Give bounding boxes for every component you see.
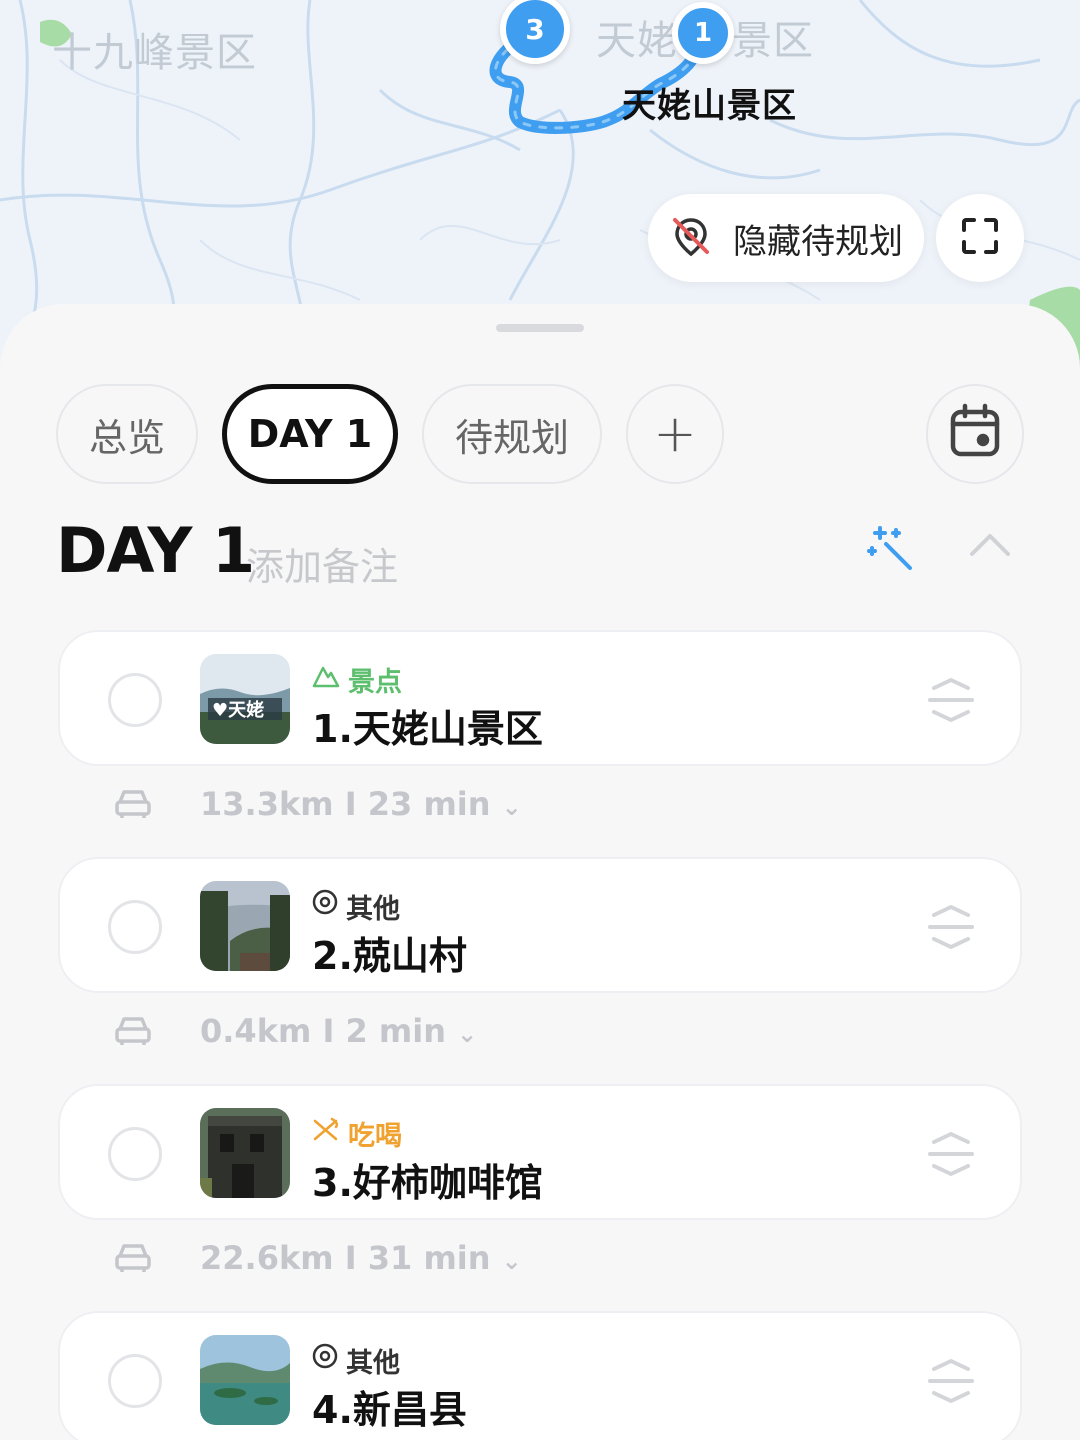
route-segment[interactable]: 0.4km I 2 min ⌄ bbox=[114, 1001, 614, 1061]
place-category-label: 其他 bbox=[346, 1348, 400, 1379]
mountain-icon bbox=[312, 664, 340, 695]
route-info: 0.4km I 2 min ⌄ bbox=[200, 1012, 478, 1050]
drag-handle-icon[interactable] bbox=[926, 1357, 976, 1409]
place-category: 其他 bbox=[312, 1341, 400, 1380]
chevron-down-icon: ⌄ bbox=[501, 1247, 522, 1275]
itinerary-item[interactable]: ♥天姥 景点 1.天姥山景区 bbox=[58, 630, 1022, 766]
calendar-button[interactable] bbox=[926, 384, 1024, 484]
hide-unplanned-label: 隐藏待规划 bbox=[733, 221, 903, 262]
route-info: 13.3km I 23 min ⌄ bbox=[200, 785, 522, 823]
chevron-down-icon: ⌄ bbox=[501, 793, 522, 821]
utensils-icon bbox=[312, 1117, 340, 1150]
location-pin-icon bbox=[312, 1343, 338, 1378]
hide-location-icon bbox=[669, 214, 713, 262]
place-category: 景点 bbox=[312, 660, 402, 699]
itinerary-sheet: 总览 DAY 1 待规划 + DAY 1 添加备注 ♥天姥 景点 1.天姥山景区… bbox=[0, 304, 1080, 1440]
itinerary-item[interactable]: 其他 2.兢山村 bbox=[58, 857, 1022, 993]
magic-wand-icon[interactable] bbox=[866, 524, 914, 576]
place-thumbnail bbox=[200, 1108, 290, 1198]
day-header: DAY 1 添加备注 bbox=[56, 514, 1026, 594]
car-icon bbox=[114, 788, 152, 824]
item-checkbox[interactable] bbox=[108, 1127, 162, 1181]
place-category: 吃喝 bbox=[312, 1114, 402, 1153]
tab-overview[interactable]: 总览 bbox=[56, 384, 198, 484]
route-info: 22.6km I 31 min ⌄ bbox=[200, 1239, 522, 1277]
drag-handle-icon[interactable] bbox=[926, 903, 976, 955]
place-thumbnail bbox=[200, 1335, 290, 1425]
fullscreen-button[interactable] bbox=[936, 194, 1024, 282]
itinerary-item[interactable]: 吃喝 3.好柿咖啡馆 bbox=[58, 1084, 1022, 1220]
place-thumbnail bbox=[200, 881, 290, 971]
route-segment[interactable]: 13.3km I 23 min ⌄ bbox=[114, 774, 614, 834]
car-icon bbox=[114, 1015, 152, 1051]
tab-day1[interactable]: DAY 1 bbox=[222, 384, 398, 484]
map-label-shijiufeng: 十九峰景区 bbox=[52, 30, 257, 76]
hide-unplanned-button[interactable]: 隐藏待规划 bbox=[648, 194, 924, 282]
place-category: 其他 bbox=[312, 887, 400, 926]
location-pin-icon bbox=[312, 889, 338, 924]
add-note-field[interactable]: 添加备注 bbox=[246, 536, 398, 591]
place-category-label: 吃喝 bbox=[348, 1121, 402, 1152]
place-category-label: 其他 bbox=[346, 894, 400, 925]
calendar-icon bbox=[949, 402, 1001, 467]
car-icon bbox=[114, 1242, 152, 1278]
map-label-tianlao-right: 景区 bbox=[732, 18, 814, 64]
day-tabs: 总览 DAY 1 待规划 + bbox=[56, 384, 1026, 484]
item-checkbox[interactable] bbox=[108, 900, 162, 954]
place-category-label: 景点 bbox=[348, 667, 402, 698]
tab-pending[interactable]: 待规划 bbox=[422, 384, 602, 484]
chevron-up-icon[interactable] bbox=[968, 530, 1012, 564]
sheet-drag-handle[interactable] bbox=[496, 324, 584, 332]
place-name: 1.天姥山景区 bbox=[312, 707, 543, 751]
itinerary-item[interactable]: 其他 4.新昌县 bbox=[58, 1311, 1022, 1440]
item-checkbox[interactable] bbox=[108, 673, 162, 727]
route-segment[interactable]: 22.6km I 31 min ⌄ bbox=[114, 1228, 614, 1288]
add-day-button[interactable]: + bbox=[626, 384, 724, 484]
place-name: 4.新昌县 bbox=[312, 1388, 467, 1432]
fullscreen-icon bbox=[960, 216, 1000, 260]
drag-handle-icon[interactable] bbox=[926, 676, 976, 728]
map-label-poi: 天姥山景区 bbox=[622, 86, 797, 126]
place-thumbnail: ♥天姥 bbox=[200, 654, 290, 744]
map-label-tianlao-left: 天姥 bbox=[596, 18, 678, 64]
svg-text:♥天姥: ♥天姥 bbox=[212, 699, 264, 721]
plus-icon: + bbox=[653, 404, 697, 464]
map-pin-1[interactable]: 1 bbox=[672, 2, 734, 64]
place-name: 3.好柿咖啡馆 bbox=[312, 1161, 543, 1205]
chevron-down-icon: ⌄ bbox=[457, 1020, 478, 1048]
drag-handle-icon[interactable] bbox=[926, 1130, 976, 1182]
item-checkbox[interactable] bbox=[108, 1354, 162, 1408]
place-name: 2.兢山村 bbox=[312, 934, 467, 978]
day-title: DAY 1 bbox=[56, 514, 255, 587]
